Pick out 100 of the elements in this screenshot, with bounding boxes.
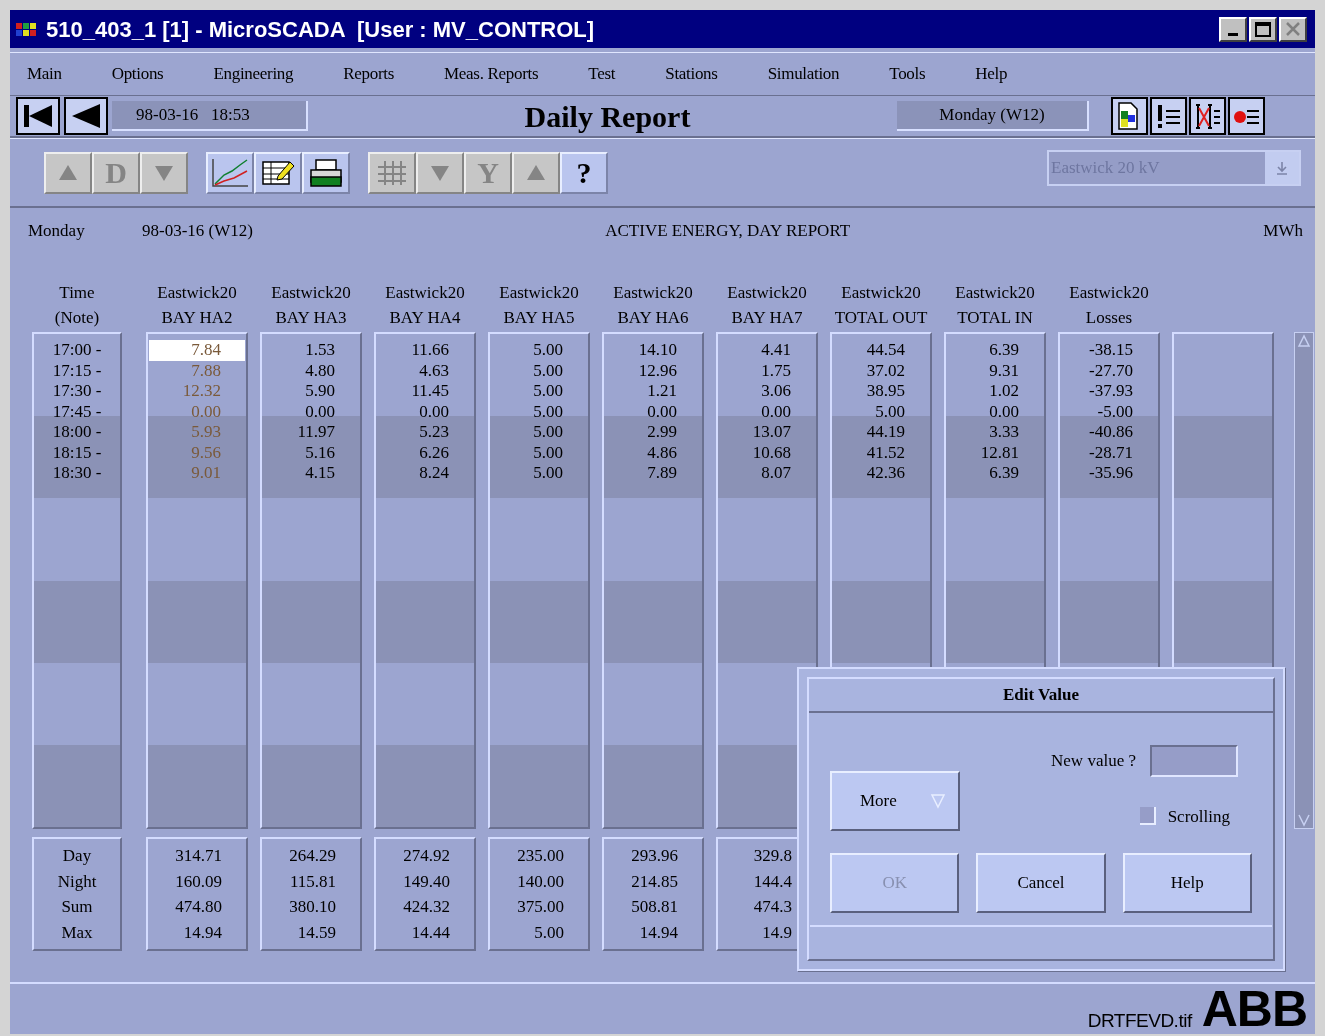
table-cell[interactable]: 1.75 [719, 360, 815, 381]
table-cell[interactable]: 5.90 [263, 381, 359, 402]
menu-item[interactable]: Simulation [767, 61, 840, 87]
column-header: BAY HA2 [161, 307, 233, 329]
nav-button[interactable] [16, 97, 60, 135]
summary-value: 380.10 [288, 896, 337, 918]
menu-item[interactable]: Options [111, 61, 164, 87]
dropdown-arrow-icon [1275, 159, 1289, 176]
dialog-button[interactable]: Help [1122, 853, 1252, 913]
close-button[interactable] [1279, 16, 1307, 42]
window-title: 510_403_1 [1] - MicroSCADA [User : MV_CONTROL] [46, 15, 596, 44]
table-cell[interactable]: -37.93 [1061, 381, 1157, 402]
table-cell[interactable]: -28.71 [1061, 442, 1157, 463]
table-cell[interactable]: 6.26 [377, 442, 473, 463]
table-cell[interactable]: 5.00 [491, 442, 587, 463]
table-cell[interactable]: 5.00 [491, 381, 587, 402]
table-cell[interactable]: 4.80 [263, 360, 359, 381]
report-date: 98-03-16 (W12) [142, 220, 254, 243]
toolbar-button[interactable]: ? [560, 151, 608, 194]
table-cell[interactable]: 0.00 [605, 401, 701, 422]
table-cell[interactable]: 38.95 [833, 381, 929, 402]
table-cell[interactable]: 8.07 [719, 463, 815, 484]
table-cell[interactable]: 1.53 [263, 340, 359, 361]
menu-item[interactable]: Tools [889, 61, 926, 87]
table-cell[interactable]: 4.41 [719, 340, 815, 361]
table-cell[interactable]: 5.23 [377, 422, 473, 443]
nav-button[interactable] [64, 97, 108, 135]
company-logo: ABB [1201, 986, 1307, 1032]
table-cell[interactable]: 5.00 [491, 340, 587, 361]
table-cell[interactable]: 44.54 [833, 340, 929, 361]
table-cell[interactable]: 5.00 [491, 401, 587, 422]
menu-item[interactable]: Meas. Reports [444, 61, 539, 87]
table-cell[interactable]: 4.63 [377, 360, 473, 381]
table-cell[interactable]: 2.99 [605, 422, 701, 443]
dialog-button[interactable]: Cancel [976, 853, 1106, 913]
table-cell[interactable]: 5.00 [491, 360, 587, 381]
table-cell[interactable]: -38.15 [1061, 340, 1157, 361]
more-button[interactable]: More [830, 771, 960, 831]
table-cell[interactable]: 6.39 [947, 340, 1043, 361]
column-header: TOTAL IN [957, 307, 1033, 329]
table-cell[interactable]: 4.15 [263, 463, 359, 484]
table-cell[interactable]: 5.00 [833, 401, 929, 422]
table-cell[interactable]: -40.86 [1061, 422, 1157, 443]
table-cell[interactable]: 4.86 [605, 442, 701, 463]
table-cell[interactable]: 12.96 [605, 360, 701, 381]
menu-item[interactable]: Stations [665, 61, 718, 87]
report-day: Monday [28, 218, 142, 244]
table-cell[interactable]: 5.00 [491, 463, 587, 484]
table-cell[interactable]: 5.16 [263, 442, 359, 463]
summary-value: 235.00 [516, 845, 565, 867]
line-chart-icon [210, 156, 250, 189]
column-header: BAY HA7 [731, 307, 803, 329]
table-cell[interactable]: 11.97 [263, 422, 359, 443]
table-cell[interactable]: 0.00 [263, 401, 359, 422]
table-cell[interactable]: 12.81 [947, 442, 1043, 463]
table-cell[interactable]: 3.33 [947, 422, 1043, 443]
table-cell[interactable]: 0.00 [377, 401, 473, 422]
table-cell[interactable]: 6.39 [947, 463, 1043, 484]
maximize-button[interactable] [1249, 16, 1277, 42]
table-cell[interactable]: 0.00 [719, 401, 815, 422]
menu-item[interactable]: Main [27, 61, 62, 87]
table-cell[interactable]: 13.07 [719, 422, 815, 443]
table-cell[interactable]: 0.00 [947, 401, 1043, 422]
column-header: (Note) [54, 307, 100, 329]
minimize-button[interactable] [1219, 16, 1247, 42]
checkbox[interactable] [1139, 807, 1156, 826]
table-cell[interactable]: 14.10 [605, 340, 701, 361]
table-cell[interactable]: 1.21 [605, 381, 701, 402]
dropdown-triangle-icon [930, 793, 946, 809]
table-cell[interactable]: 41.52 [833, 442, 929, 463]
column-header: TOTAL OUT [834, 307, 928, 329]
table-cell[interactable]: 3.06 [719, 381, 815, 402]
table-cell[interactable]: 7.89 [605, 463, 701, 484]
table-cell[interactable]: -27.70 [1061, 360, 1157, 381]
table-cell[interactable]: 44.19 [833, 422, 929, 443]
table-cell[interactable]: 10.68 [719, 442, 815, 463]
table-cell[interactable]: 42.36 [833, 463, 929, 484]
new-value-field[interactable] [1150, 745, 1238, 777]
table-cell[interactable]: -35.96 [1061, 463, 1157, 484]
table-cell[interactable]: 8.24 [377, 463, 473, 484]
toolbar-button[interactable] [1189, 97, 1226, 135]
toolbar-button[interactable] [1228, 97, 1265, 135]
date-time-field: 98-03-16 18:53 [112, 101, 308, 131]
toolbar-button[interactable] [1150, 97, 1187, 135]
table-cell[interactable]: 1.02 [947, 381, 1043, 402]
menu-item[interactable]: Help [975, 61, 1008, 87]
menu-item[interactable]: Test [588, 61, 616, 87]
time-label: 17:00 - [51, 340, 103, 361]
table-cell[interactable]: 5.00 [491, 422, 587, 443]
table-cell[interactable]: 37.02 [833, 360, 929, 381]
scrollbar[interactable] [1294, 332, 1314, 829]
table-cell[interactable]: 11.45 [377, 381, 473, 402]
toolbar-button[interactable] [1111, 97, 1148, 135]
table-cell[interactable]: 7.84 [149, 340, 245, 361]
menu-item[interactable]: Reports [343, 61, 395, 87]
menu-item[interactable]: Engineering [213, 61, 294, 87]
table-cell[interactable]: 11.66 [377, 340, 473, 361]
table-cell[interactable]: -5.00 [1061, 401, 1157, 422]
maximize-icon [1255, 21, 1271, 37]
table-cell[interactable]: 9.31 [947, 360, 1043, 381]
